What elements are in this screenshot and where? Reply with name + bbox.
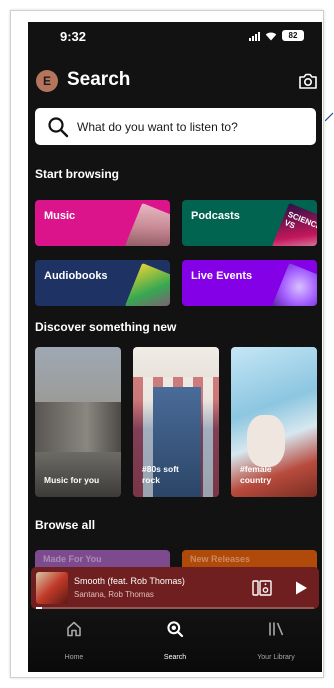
status-icons: 82 <box>249 30 304 41</box>
progress-fill <box>36 607 42 609</box>
play-icon[interactable] <box>293 580 309 596</box>
nav-label: Your Library <box>257 654 295 661</box>
track-title: Smooth (feat. Rob Thomas) <box>74 576 185 586</box>
browse-tile-music[interactable]: Music <box>35 200 170 246</box>
nav-item-your-library[interactable]: Your Library <box>236 620 316 664</box>
card-label: Music for you <box>44 475 100 485</box>
tile-art-text: SCIENCE VS <box>283 209 317 232</box>
section-browse-all: Browse all <box>35 518 96 532</box>
tile-artwork <box>125 203 170 246</box>
tile-artwork: SCIENCE VS <box>272 203 317 246</box>
header: E Search <box>28 68 322 98</box>
browse-tile-live-events[interactable]: Live Events <box>182 260 317 306</box>
avatar[interactable]: E <box>36 70 58 92</box>
nav-label: Home <box>64 654 84 661</box>
tile-label: New Releases <box>190 554 251 564</box>
nav-item-search[interactable]: Search <box>135 620 215 664</box>
nav-label: Search <box>163 654 187 661</box>
tile-label: Live Events <box>191 270 253 282</box>
card-artwork <box>35 402 121 452</box>
discover-card-80s-soft-rock[interactable]: #80s soft rock <box>133 347 219 497</box>
status-bar: 9:32 82 <box>28 22 322 50</box>
browse-tile-audiobooks[interactable]: Audiobooks <box>35 260 170 306</box>
battery-level: 82 <box>288 31 298 40</box>
status-time: 9:32 <box>60 29 87 44</box>
page-title: Search <box>67 69 131 90</box>
browse-tile-podcasts[interactable]: Podcasts SCIENCE VS <box>182 200 317 246</box>
mini-player[interactable]: Smooth (feat. Rob Thomas) Santana, Rob T… <box>31 567 319 609</box>
playback-progress <box>36 607 314 609</box>
search-placeholder: What do you want to listen to? <box>77 119 238 134</box>
section-start-browsing: Start browsing <box>35 167 120 181</box>
camera-icon[interactable] <box>298 72 318 90</box>
discover-card-female-country[interactable]: #female country <box>231 347 317 497</box>
section-discover: Discover something new <box>35 320 177 334</box>
card-label: #80s soft rock <box>142 464 179 485</box>
search-icon <box>167 621 184 638</box>
discover-card-music-for-you[interactable]: Music for you <box>35 347 121 497</box>
tile-artwork <box>272 263 317 306</box>
home-icon <box>67 621 81 637</box>
wifi-icon <box>265 32 277 40</box>
connect-device-icon[interactable] <box>252 578 272 598</box>
search-input[interactable]: What do you want to listen to? <box>35 108 316 145</box>
library-icon <box>269 622 284 636</box>
tile-label: Podcasts <box>191 210 240 222</box>
bottom-nav: Home Search Your Library <box>28 613 322 672</box>
avatar-initial: E <box>42 74 51 88</box>
track-artist: Santana, Rob Thomas <box>74 590 154 599</box>
album-artwork <box>36 572 68 604</box>
phone-screen: 9:32 82 E Search What do you want to lis… <box>28 22 322 672</box>
nav-item-home[interactable]: Home <box>34 620 114 664</box>
card-label: #female country <box>240 464 272 485</box>
signal-icon <box>249 31 260 41</box>
search-icon <box>48 116 69 137</box>
tile-label: Audiobooks <box>44 270 108 282</box>
side-arrow-icon <box>325 112 334 122</box>
battery-icon: 82 <box>282 30 304 41</box>
card-artwork <box>247 415 285 467</box>
tile-label: Music <box>44 210 76 222</box>
tile-label: Made For You <box>43 554 102 564</box>
tile-artwork <box>125 263 170 306</box>
